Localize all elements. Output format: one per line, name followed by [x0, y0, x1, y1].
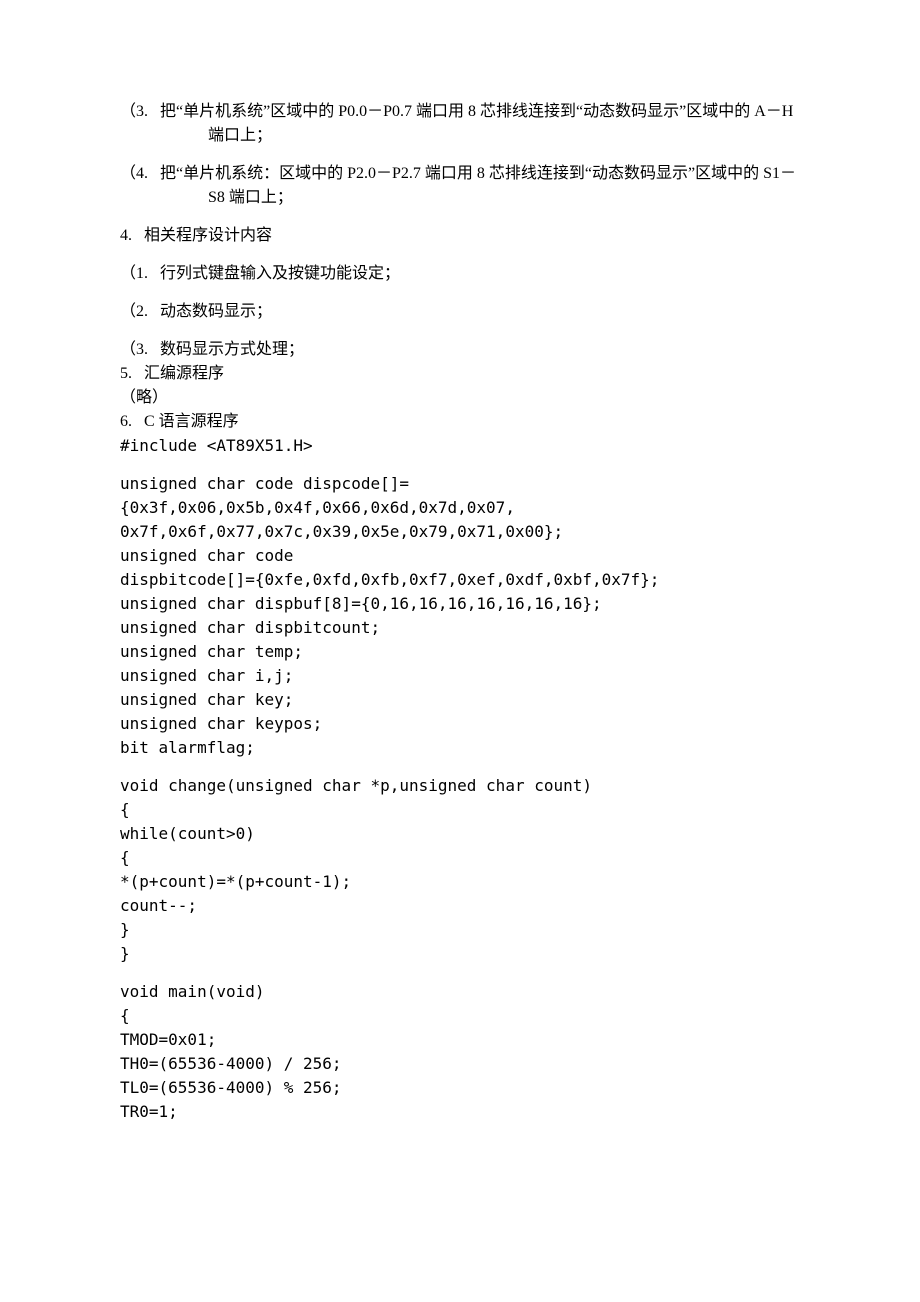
blank-line [120, 458, 800, 472]
code-keypos: unsigned char keypos; [120, 712, 800, 736]
code-brace-open: { [120, 798, 800, 822]
code-brace-close: } [120, 918, 800, 942]
code-tl0: TL0=(65536-4000) % 256; [120, 1076, 800, 1100]
code-tmod: TMOD=0x01; [120, 1028, 800, 1052]
code-dispbitcode-vals: dispbitcode[]={0xfe,0xfd,0xfb,0xf7,0xef,… [120, 568, 800, 592]
code-change-decl: void change(unsigned char *p,unsigned ch… [120, 774, 800, 798]
section-4-heading: 4. 相关程序设计内容 [120, 224, 800, 248]
code-brace-open: { [120, 846, 800, 870]
item-4: （4. 把“单片机系统：区域中的 P2.0－P2.7 端口用 8 芯排线连接到“… [120, 162, 800, 210]
code-dispbitcode-decl: unsigned char code [120, 544, 800, 568]
code-brace-close: } [120, 942, 800, 966]
section-4-item-1: （1. 行列式键盘输入及按键功能设定； [120, 262, 800, 286]
code-decrement: count--; [120, 894, 800, 918]
code-ij: unsigned char i,j; [120, 664, 800, 688]
document-page: （3. 把“单片机系统”区域中的 P0.0－P0.7 端口用 8 芯排线连接到“… [0, 0, 920, 1302]
code-dispbitcount: unsigned char dispbitcount; [120, 616, 800, 640]
section-4-item-2: （2. 动态数码显示； [120, 300, 800, 324]
blank-line [120, 760, 800, 774]
section-6-heading: 6. C 语言源程序 [120, 410, 800, 434]
code-alarmflag: bit alarmflag; [120, 736, 800, 760]
code-brace-open: { [120, 1004, 800, 1028]
code-tr0: TR0=1; [120, 1100, 800, 1124]
code-key: unsigned char key; [120, 688, 800, 712]
code-th0: TH0=(65536-4000) / 256; [120, 1052, 800, 1076]
section-4-item-3: （3. 数码显示方式处理； [120, 338, 800, 362]
code-dispcode-2: 0x7f,0x6f,0x77,0x7c,0x39,0x5e,0x79,0x71,… [120, 520, 800, 544]
code-dispcode-1: unsigned char code dispcode[]={0x3f,0x06… [120, 472, 800, 520]
code-dispbuf: unsigned char dispbuf[8]={0,16,16,16,16,… [120, 592, 800, 616]
code-temp: unsigned char temp; [120, 640, 800, 664]
code-main-decl: void main(void) [120, 980, 800, 1004]
code-include: #include <AT89X51.H> [120, 434, 800, 458]
code-while: while(count>0) [120, 822, 800, 846]
code-assign: *(p+count)=*(p+count-1); [120, 870, 800, 894]
section-5-omit: （略） [120, 386, 800, 410]
item-3: （3. 把“单片机系统”区域中的 P0.0－P0.7 端口用 8 芯排线连接到“… [120, 100, 800, 148]
section-5-heading: 5. 汇编源程序 [120, 362, 800, 386]
blank-line [120, 966, 800, 980]
